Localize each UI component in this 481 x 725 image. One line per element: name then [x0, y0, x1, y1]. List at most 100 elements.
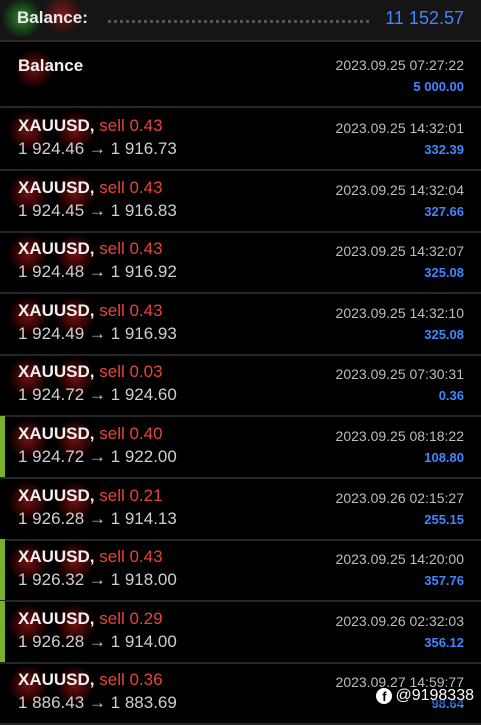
row-accent-bar [0, 416, 5, 477]
deposit-date: 2023.09.25 07:27:22 [335, 57, 464, 73]
trade-prices: 1 924.72 → 1 924.60 [18, 385, 177, 405]
dotted-leader [108, 20, 369, 23]
trade-row[interactable]: XAUUSD, sell 0.43 1 924.46 → 1 916.73 2023… [0, 108, 481, 171]
trade-close-price: 1 916.73 [110, 139, 177, 158]
trade-close-price: 1 916.93 [110, 323, 177, 343]
trade-prices: 1 886.43 → 1 883.69 [18, 693, 177, 713]
trade-profit: 255.15 [424, 511, 464, 527]
trade-open-price: 1 924.72 [18, 447, 85, 466]
trade-symbol: XAUUSD, [18, 116, 95, 135]
balance-label: Balance: [17, 8, 88, 27]
trade-prices: 1 924.46 → 1 916.73 [18, 139, 177, 159]
trade-symbol: XAUUSD, [18, 670, 95, 690]
trade-prices: 1 926.28 → 1 914.00 [18, 632, 177, 652]
trade-side: sell 0.43 [99, 116, 163, 135]
trade-date: 2023.09.25 14:32:04 [335, 181, 464, 198]
arrow-icon: → [88, 385, 106, 405]
deposit-row[interactable]: Balance 2023.09.25 07:27:22 5 000.00 [0, 45, 481, 108]
facebook-icon: f [376, 688, 393, 704]
trade-symbol: XAUUSD, [18, 424, 95, 443]
trade-open-price: 1 924.72 [18, 385, 85, 405]
trade-symbol: XAUUSD, [18, 608, 95, 628]
trade-symbol: XAUUSD, [18, 177, 95, 197]
trade-profit: 327.66 [424, 203, 464, 219]
trade-profit: 108.80 [424, 450, 464, 465]
trade-row[interactable]: XAUUSD, sell 0.40 1 924.72 → 1 922.00 2023… [0, 416, 481, 479]
trade-profit: 357.76 [424, 573, 464, 589]
trade-profit: 325.08 [424, 326, 464, 342]
arrow-icon: → [88, 323, 106, 343]
trade-close-price: 1 924.60 [110, 385, 177, 405]
trade-row[interactable]: XAUUSD, sell 0.21 1 926.28 → 1 914.13 2023… [0, 478, 481, 541]
trade-profit: 325.08 [424, 265, 464, 281]
trade-profit: 0.36 [438, 388, 464, 404]
trade-side: sell 0.40 [99, 424, 163, 443]
trade-title: XAUUSD, sell 0.03 [18, 362, 163, 382]
trade-row[interactable]: XAUUSD, sell 0.03 1 924.72 → 1 924.60 2023… [0, 354, 481, 418]
trade-title: XAUUSD, sell 0.43 [18, 547, 163, 567]
trade-side: sell 0.43 [99, 300, 163, 320]
trade-title: XAUUSD, sell 0.43 [18, 239, 163, 259]
watermark: f @9198338 [374, 687, 476, 705]
trade-side: sell 0.43 [99, 177, 163, 197]
trade-open-price: 1 886.43 [18, 693, 85, 713]
trade-title: XAUUSD, sell 0.40 [18, 424, 163, 444]
trade-open-price: 1 924.49 [18, 323, 85, 343]
trade-title: XAUUSD, sell 0.43 [18, 301, 163, 321]
trade-prices: 1 924.48 → 1 916.92 [18, 262, 177, 282]
trade-prices: 1 924.45 → 1 916.83 [18, 201, 177, 221]
trade-title: XAUUSD, sell 0.29 [18, 609, 163, 629]
trade-symbol: XAUUSD, [18, 485, 95, 505]
deposit-amount: 5 000.00 [413, 79, 464, 94]
trade-close-price: 1 916.92 [110, 262, 177, 282]
trade-open-price: 1 924.45 [18, 200, 85, 220]
trade-side: sell 0.43 [99, 547, 163, 567]
trade-row[interactable]: XAUUSD, sell 0.29 1 926.28 → 1 914.00 2023… [0, 600, 481, 664]
row-accent-bar [0, 600, 5, 662]
trade-side: sell 0.03 [99, 362, 163, 382]
arrow-icon: → [88, 508, 106, 528]
balance-header: Balance: 11 152.57 [0, 0, 481, 42]
trade-profit: 356.12 [424, 634, 464, 650]
trade-row[interactable]: XAUUSD, sell 0.43 1 924.48 → 1 916.92 2023… [0, 231, 481, 295]
trade-close-price: 1 922.00 [110, 447, 177, 466]
arrow-icon: → [88, 139, 106, 158]
trade-symbol: XAUUSD, [18, 300, 95, 320]
trade-prices: 1 924.49 → 1 916.93 [18, 324, 177, 344]
arrow-icon: → [88, 570, 106, 590]
row-accent-bar [0, 539, 5, 601]
trade-side: sell 0.21 [99, 485, 163, 505]
arrow-icon: → [88, 631, 106, 651]
trade-open-price: 1 926.28 [18, 631, 85, 651]
trade-open-price: 1 926.32 [18, 570, 85, 590]
trade-symbol: XAUUSD, [18, 547, 95, 567]
trade-side: sell 0.43 [99, 239, 163, 259]
trade-title: XAUUSD, sell 0.43 [18, 178, 163, 198]
trade-side: sell 0.29 [99, 608, 163, 628]
arrow-icon: → [88, 262, 106, 282]
trade-date: 2023.09.25 14:32:07 [335, 243, 464, 260]
trade-date: 2023.09.25 08:18:22 [335, 428, 464, 444]
trade-prices: 1 924.72 → 1 922.00 [18, 447, 177, 467]
trade-symbol: XAUUSD, [18, 239, 95, 259]
trade-open-price: 1 926.28 [18, 508, 85, 528]
trade-close-price: 1 918.00 [110, 570, 177, 590]
trade-date: 2023.09.25 14:32:10 [335, 304, 464, 321]
trade-row[interactable]: XAUUSD, sell 0.43 1 926.32 → 1 918.00 2023… [0, 539, 481, 603]
watermark-text: @9198338 [395, 687, 474, 704]
trade-row[interactable]: XAUUSD, sell 0.43 1 924.49 → 1 916.93 2023… [0, 293, 481, 356]
arrow-icon: → [88, 200, 106, 220]
deposit-title: Balance [18, 56, 84, 75]
trade-profit: 332.39 [424, 142, 464, 157]
trade-prices: 1 926.28 → 1 914.13 [18, 509, 177, 529]
arrow-icon: → [88, 447, 106, 466]
trade-row[interactable]: XAUUSD, sell 0.43 1 924.45 → 1 916.83 2023… [0, 170, 481, 233]
trade-date: 2023.09.26 02:32:03 [335, 612, 464, 629]
trade-title: XAUUSD, sell 0.36 [18, 670, 163, 690]
trade-close-price: 1 914.00 [110, 631, 177, 651]
trade-side: sell 0.36 [99, 670, 163, 690]
trade-open-price: 1 924.48 [18, 262, 85, 282]
trade-close-price: 1 916.83 [110, 200, 177, 220]
trade-title: XAUUSD, sell 0.21 [18, 486, 163, 506]
trade-date: 2023.09.26 02:15:27 [335, 489, 464, 506]
